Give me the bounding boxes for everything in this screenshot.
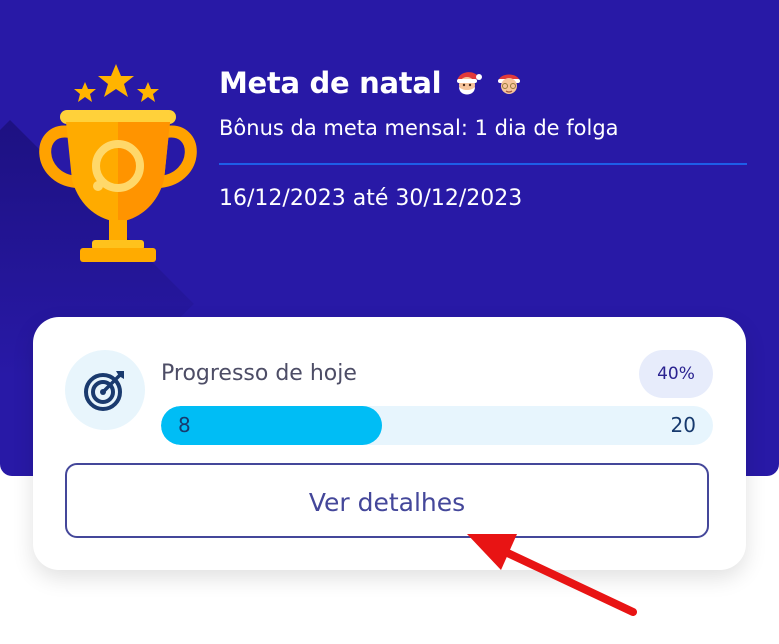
target-icon [84,371,124,411]
header-divider [219,163,747,165]
red-arrow-icon [467,534,637,616]
mrs-claus-emoji-icon [498,74,521,94]
progress-bar: 8 20 [161,406,713,445]
goal-date-range: 16/12/2023 até 30/12/2023 [219,186,523,211]
santa-emoji-icon [457,72,483,95]
trophy-icon [39,64,197,262]
progress-percent-badge: 40% [639,350,713,398]
progress-current-value: 8 [178,413,191,437]
goal-title: Meta de natal [219,66,442,100]
progress-label: Progresso de hoje [161,361,357,386]
star-icon [98,64,134,97]
goal-screen: Meta de natal Bônus da meta mensal: 1 di… [0,0,779,644]
title-row: Meta de natal [219,66,525,100]
target-icon-badge [65,350,145,430]
star-icon [137,82,159,102]
goal-bonus: Bônus da meta mensal: 1 dia de folga [219,116,619,140]
progress-target-value: 20 [670,413,696,437]
star-icon [74,82,96,102]
progress-bar-fill [161,406,382,445]
